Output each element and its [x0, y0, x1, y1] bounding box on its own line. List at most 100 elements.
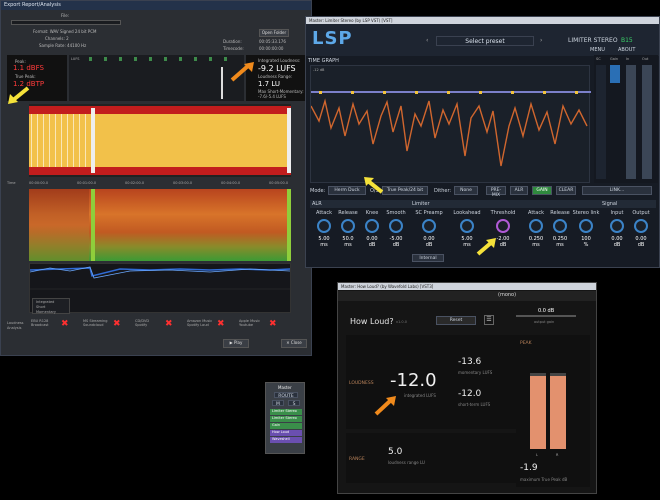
knob-dial[interactable]: [317, 219, 331, 233]
channel-left-label: L: [536, 453, 538, 457]
how-loud-window: Master: How Loud? (by Wavefold Labs) [VS…: [337, 282, 597, 494]
knob-label: Smooth: [386, 210, 406, 216]
stereo-link-knob[interactable]: Stereo link 100%: [570, 210, 602, 248]
knob-dial[interactable]: [610, 219, 624, 233]
time-graph: -12 dB: [310, 65, 591, 183]
fx-item[interactable]: Gain: [270, 423, 302, 429]
link-button[interactable]: LINK...: [582, 186, 652, 195]
alr-button[interactable]: ALR: [510, 186, 528, 195]
waveform-top: [29, 104, 291, 177]
close-button[interactable]: ✕ Close: [281, 339, 307, 348]
open-folder-button[interactable]: Open Folder: [259, 29, 289, 37]
how-loud-titlebar: Master: How Loud? (by Wavefold Labs) [VS…: [338, 283, 596, 290]
bypass-indicator[interactable]: B15: [621, 37, 633, 44]
lufs-label: LUFS: [71, 57, 80, 61]
short-term-value: -12.0: [458, 389, 482, 399]
knob-dial[interactable]: [422, 219, 436, 233]
lufs-meter-area: LUFS: [69, 55, 244, 101]
prev-preset-icon[interactable]: ‹: [426, 37, 428, 44]
meter-head-out: Out: [642, 57, 649, 61]
fx-item[interactable]: Limiter Stereo: [270, 409, 302, 415]
knob-dial[interactable]: [460, 219, 474, 233]
clear-button[interactable]: CLEAR: [556, 186, 576, 195]
section-heads: ALR Limiter Signal: [310, 200, 656, 208]
solo-button[interactable]: S: [288, 400, 300, 407]
knob-dial[interactable]: [389, 219, 403, 233]
input-knob[interactable]: Input 0.00 dB: [604, 210, 630, 248]
menu-icon[interactable]: ☰: [484, 315, 494, 325]
duration-value: 00:05:33.176: [259, 39, 286, 44]
fail-icon: ✖: [113, 319, 121, 329]
menu-button[interactable]: MENU: [590, 47, 605, 53]
output-gain-slider[interactable]: [516, 315, 576, 317]
knob-dial[interactable]: [579, 219, 593, 233]
mixer-title: Master: [278, 385, 292, 390]
play-button[interactable]: ▶ Play: [223, 339, 249, 348]
knob-dial[interactable]: [529, 219, 543, 233]
legend-integrated: Integrated: [36, 300, 55, 304]
mode-select[interactable]: Herm Duck: [328, 186, 366, 195]
fail-icon: ✖: [217, 319, 225, 329]
meter-head-in: In: [626, 57, 630, 61]
knob-label: Threshold: [490, 210, 516, 216]
knob-dial[interactable]: [553, 219, 567, 233]
preset-selector[interactable]: Select preset: [436, 36, 534, 46]
alr-section-head: ALR: [312, 201, 322, 207]
mono-select[interactable]: (mono): [498, 292, 516, 298]
target-sub: Broadcast: [31, 323, 49, 327]
dither-select[interactable]: None: [454, 186, 478, 195]
lsp-header: LSP Select preset ‹ › LIMITER STEREO B15…: [306, 24, 659, 56]
app-version: v1.0.0: [396, 320, 407, 324]
reset-button[interactable]: Reset: [436, 316, 476, 325]
how-loud-toolbar: (mono): [338, 291, 596, 301]
time-label: Time: [7, 181, 16, 185]
lsp-logo: LSP: [312, 28, 353, 49]
level-meters: SC Gain In Out: [594, 55, 658, 183]
knob-dial[interactable]: [341, 219, 355, 233]
knob-dial[interactable]: [365, 219, 379, 233]
route-button[interactable]: ROUTE: [274, 392, 298, 399]
fail-icon: ✖: [165, 319, 173, 329]
output-knob[interactable]: Output 0.00 dB: [628, 210, 654, 248]
loudness-graph: Integrated Short Momentary: [29, 263, 292, 314]
knob-unit: dB: [637, 242, 645, 248]
fx-item[interactable]: Limiter Stereo: [270, 416, 302, 422]
fx-item[interactable]: Waveshell: [270, 437, 302, 443]
next-preset-icon[interactable]: ›: [540, 37, 542, 44]
knob-label: SC Preamp: [415, 210, 443, 216]
knob-dial[interactable]: [634, 219, 648, 233]
mute-button[interactable]: M: [272, 400, 284, 407]
pre-mix-button[interactable]: PRE-MIX: [486, 186, 506, 198]
file-field[interactable]: [11, 20, 121, 25]
knob-label: Lookahead: [453, 210, 481, 216]
channels-text: Channels: 2: [45, 36, 69, 41]
alr-smooth-knob[interactable]: Smooth -5.00 dB: [382, 210, 410, 248]
target-sub: Youtube: [239, 323, 253, 327]
histogram-peak: [221, 67, 223, 99]
sc-preamp-knob[interactable]: SC Preamp 0.00 dB: [412, 210, 446, 248]
loudness-label: Loudness: [7, 321, 24, 325]
sc-source-select[interactable]: Internal: [412, 254, 444, 262]
target-apple: Apple Music Youtube ✖: [239, 319, 289, 329]
peak-label: maximum True Peak dB: [520, 477, 568, 482]
preset-label: Select preset: [465, 38, 505, 45]
range-value: 5.0: [388, 447, 403, 457]
annotation-arrow-icon: [230, 62, 254, 82]
streaming-targets: EBU R128 Broadcast ✖ MS Streaming Soundc…: [31, 319, 291, 335]
peak-meter-left: [530, 373, 546, 449]
fx-item[interactable]: How Loud: [270, 430, 302, 436]
gain-button[interactable]: GAIN: [532, 186, 552, 195]
range-label: Loudness Range:: [258, 74, 293, 79]
file-label: File:: [61, 13, 70, 18]
analysis-label: Analysis: [7, 326, 22, 330]
product-name: LIMITER STEREO: [568, 37, 618, 44]
os-select[interactable]: True Peak/24 bit: [382, 186, 428, 195]
knob-label: Input: [610, 210, 624, 216]
time-ticks: 00:00:00.0 00:01:00.0 00:02:00.0 00:03:0…: [29, 181, 291, 187]
format-text: Format: WAV Signed 24 bit PCM: [33, 29, 97, 34]
momentary-value: -13.6: [458, 357, 482, 367]
knob-dial[interactable]: [496, 219, 510, 233]
time-tick: 00:01:00.0: [77, 181, 97, 185]
app-title: How Loud?: [350, 317, 394, 326]
about-button[interactable]: ABOUT: [618, 47, 635, 53]
